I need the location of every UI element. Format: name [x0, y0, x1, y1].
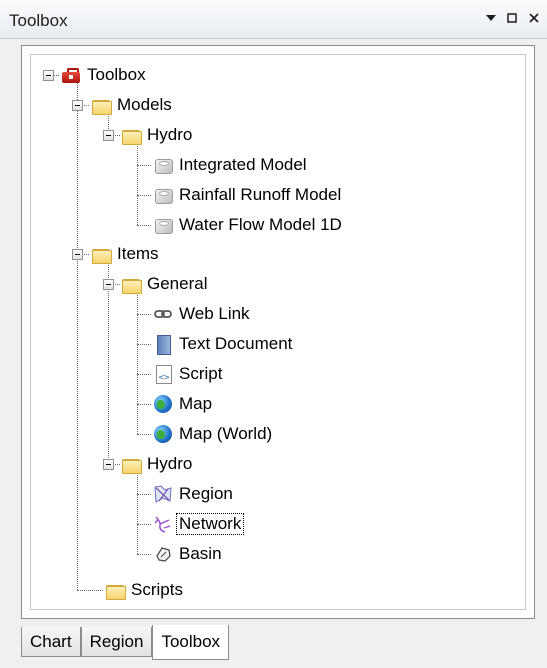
tree-node-label: Text Document [179, 334, 293, 353]
toolbox-panel: Toolbox Toolbox Models Hydro Integrated … [0, 0, 547, 668]
tree-node-label: Basin [179, 544, 222, 563]
tree-node-rainfall-runoff-model[interactable]: Rainfall Runoff Model [153, 181, 341, 209]
tree-node-label: Models [117, 95, 172, 114]
tree-node-region[interactable]: Region [153, 480, 233, 508]
tree-node-label: Rainfall Runoff Model [179, 185, 342, 204]
close-icon[interactable] [525, 9, 543, 27]
model-cube-icon [153, 185, 173, 205]
collapse-general-button[interactable] [103, 279, 114, 290]
script-icon: <> [153, 364, 173, 384]
tree-node-scripts[interactable]: Scripts [105, 576, 183, 604]
folder-icon [121, 125, 142, 145]
panel-title: Toolbox [9, 11, 68, 30]
toolbox-tree-frame: Toolbox Models Hydro Integrated Model Ra… [21, 45, 535, 619]
tab-chart[interactable]: Chart [21, 627, 81, 657]
tree-node-items-hydro[interactable]: Hydro [121, 450, 192, 478]
tree-node-script[interactable]: <> Script [153, 360, 222, 388]
globe-icon [153, 394, 173, 414]
region-icon [153, 484, 173, 504]
chain-link-icon [153, 304, 173, 324]
collapse-toolbox-button[interactable] [43, 70, 54, 81]
collapse-items-button[interactable] [72, 249, 83, 260]
tab-region[interactable]: Region [80, 627, 153, 657]
maximize-icon[interactable] [503, 9, 521, 27]
folder-icon [121, 454, 142, 474]
collapse-models-button[interactable] [72, 100, 83, 111]
tree-node-integrated-model[interactable]: Integrated Model [153, 151, 307, 179]
basin-icon [153, 544, 173, 564]
folder-icon [91, 95, 112, 115]
tree-node-label: Hydro [147, 125, 193, 144]
tree-node-text-document[interactable]: Text Document [153, 330, 292, 358]
tree-node-label: Map (World) [179, 424, 273, 443]
model-cube-icon [153, 215, 173, 235]
bottom-tab-strip: Chart Region Toolbox [21, 625, 230, 661]
folder-icon [91, 244, 112, 264]
tree-node-label: Items [117, 244, 159, 263]
tree-node-models-hydro[interactable]: Hydro [121, 121, 192, 149]
tree-node-label: Map [179, 394, 213, 413]
tree-node-water-flow-model-1d[interactable]: Water Flow Model 1D [153, 211, 342, 239]
tree-node-basin[interactable]: Basin [153, 540, 222, 568]
tree-node-label: Scripts [131, 580, 183, 599]
globe-icon [153, 424, 173, 444]
tree-node-label: Hydro [147, 454, 193, 473]
tree-node-label: Region [179, 484, 233, 503]
tab-toolbox[interactable]: Toolbox [152, 625, 230, 660]
tree-node-network[interactable]: Network [153, 510, 245, 538]
collapse-items-hydro-button[interactable] [103, 459, 114, 470]
folder-icon [121, 274, 142, 294]
toolbox-icon [61, 65, 81, 85]
tree-node-label: Integrated Model [179, 155, 307, 174]
panel-titlebar[interactable]: Toolbox [0, 0, 547, 39]
text-document-icon [153, 334, 173, 355]
tree-node-label: Script [179, 364, 223, 383]
toolbox-tree[interactable]: Toolbox Models Hydro Integrated Model Ra… [30, 54, 526, 610]
network-icon [153, 514, 173, 534]
folder-icon [105, 580, 126, 600]
tree-node-label: Network [176, 513, 245, 535]
tree-node-map[interactable]: Map [153, 390, 212, 418]
tree-node-label: Toolbox [87, 65, 146, 84]
tree-node-label: Water Flow Model 1D [179, 215, 342, 234]
tree-node-general[interactable]: General [121, 270, 207, 298]
tree-node-map-world[interactable]: Map (World) [153, 420, 272, 448]
tree-node-label: Web Link [179, 304, 250, 323]
tree-node-label: General [147, 274, 208, 293]
tree-node-web-link[interactable]: Web Link [153, 300, 250, 328]
collapse-models-hydro-button[interactable] [103, 130, 114, 141]
tree-node-models[interactable]: Models [91, 91, 172, 119]
dropdown-arrow-icon[interactable] [482, 9, 500, 27]
tree-node-items[interactable]: Items [91, 240, 159, 268]
tree-node-toolbox[interactable]: Toolbox [61, 61, 146, 89]
model-cube-icon [153, 155, 173, 175]
